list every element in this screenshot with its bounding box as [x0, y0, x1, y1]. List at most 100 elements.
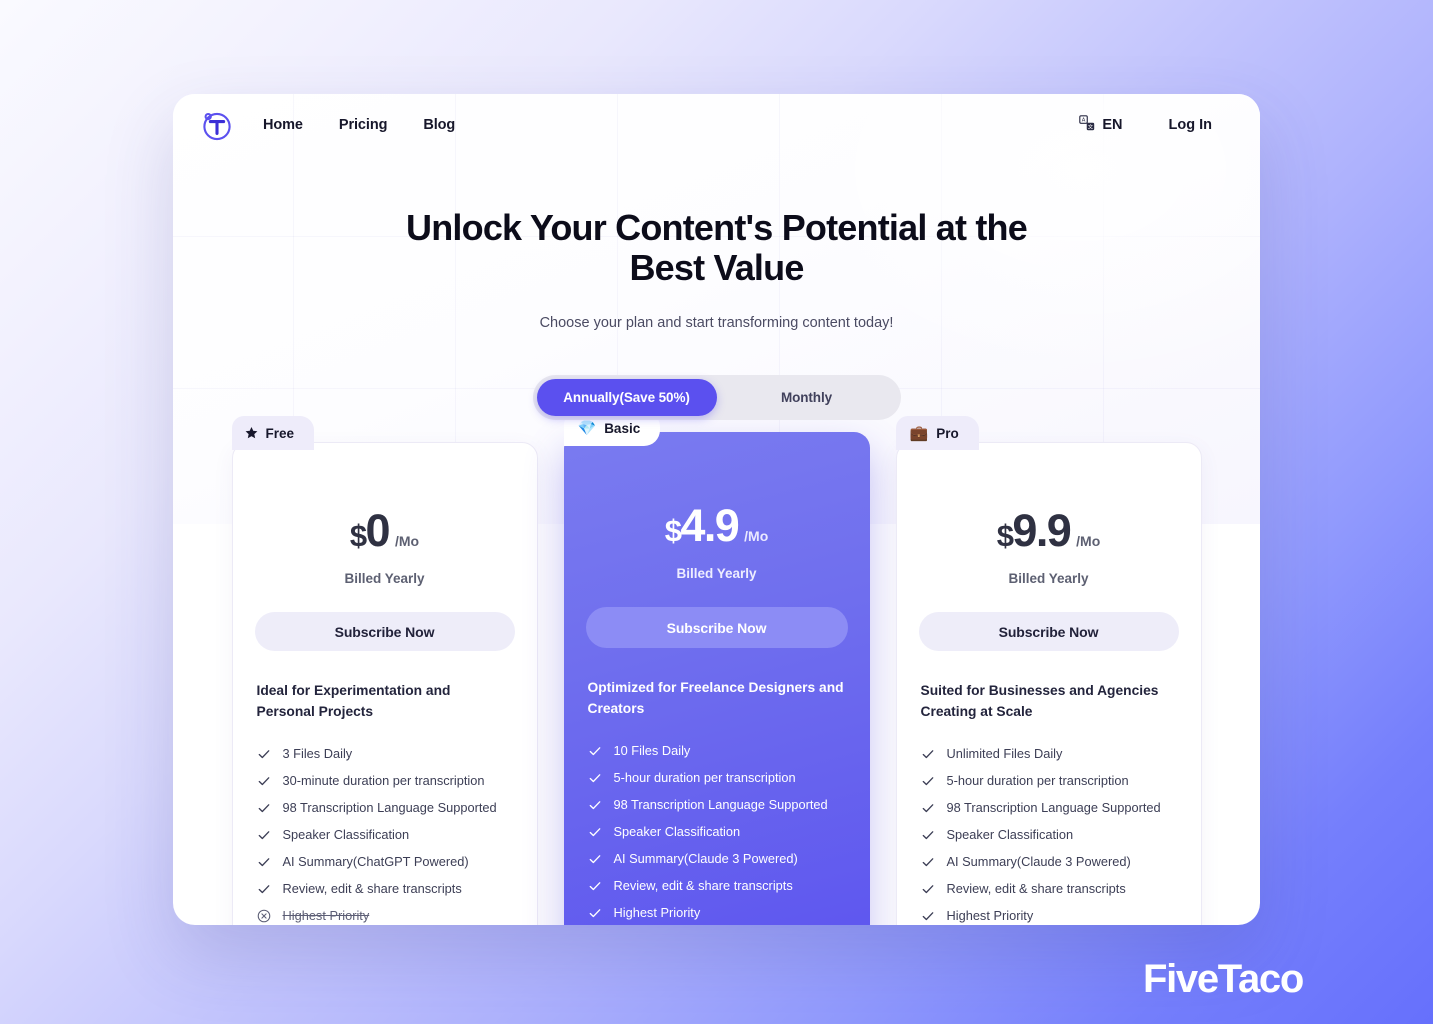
- feature-label: Review, edit & share transcripts: [613, 878, 793, 894]
- feature-label: Review, edit & share transcripts: [946, 881, 1126, 897]
- nav-link-pricing[interactable]: Pricing: [339, 117, 388, 133]
- subscribe-button-pro[interactable]: Subscribe Now: [918, 612, 1179, 651]
- plan-tagline: Suited for Businesses and Agencies Creat…: [920, 683, 1159, 719]
- feature-label: AI Summary(ChatGPT Powered): [282, 854, 469, 870]
- feature-item: 10 Files Daily: [586, 737, 848, 764]
- feature-list: 3 Files Daily 30-minute duration per tran…: [255, 740, 515, 925]
- plan-price: $0/Mo: [255, 505, 515, 557]
- feature-label: 5-hour duration per transcription: [613, 770, 796, 786]
- circle-x-icon: [257, 909, 271, 923]
- billing-note: Billed Yearly: [676, 566, 757, 581]
- feature-item: 3 Files Daily: [255, 740, 515, 767]
- feature-item: Speaker Classification: [586, 818, 848, 845]
- price-period: /Mo: [394, 533, 420, 549]
- check-icon: [588, 906, 602, 920]
- subscribe-button-free[interactable]: Subscribe Now: [254, 612, 515, 651]
- check-icon: [257, 882, 271, 896]
- check-icon: [921, 801, 935, 815]
- feature-item: Highest Priority: [919, 902, 1179, 925]
- login-button[interactable]: Log In: [1169, 117, 1213, 133]
- check-icon: [588, 798, 602, 812]
- nav-link-home[interactable]: Home: [263, 117, 303, 133]
- feature-item: AI Summary(Claude 3 Powered): [919, 848, 1179, 875]
- feature-label: 98 Transcription Language Supported: [613, 797, 828, 813]
- check-icon: [257, 855, 271, 869]
- plan-tagline: Optimized for Freelance Designers and Cr…: [587, 680, 844, 716]
- feature-item: Highest Priority: [586, 899, 848, 925]
- circle-t-logo-icon[interactable]: [199, 108, 233, 142]
- billing-note: Billed Yearly: [1008, 571, 1089, 586]
- plan-tagline: Ideal for Experimentation and Personal P…: [256, 683, 451, 719]
- check-icon: [588, 879, 602, 893]
- feature-item: 5-hour duration per transcription: [586, 764, 848, 791]
- check-icon: [588, 852, 602, 866]
- feature-label: Highest Priority: [282, 908, 370, 924]
- language-switcher[interactable]: A 文 EN: [1079, 114, 1123, 136]
- page-title: Unlock Your Content's Potential at the B…: [406, 207, 1028, 289]
- fivetaco-watermark: FiveTaco: [1142, 957, 1304, 1001]
- feature-item: Speaker Classification: [919, 821, 1179, 848]
- feature-item: Review, edit & share transcripts: [919, 875, 1179, 902]
- plan-badge-free: 🟊 Free: [231, 416, 315, 450]
- price-amount: 9.9: [1012, 505, 1071, 556]
- price-period: /Mo: [744, 528, 769, 544]
- plan-name: Pro: [936, 425, 959, 441]
- feature-item: Unlimited Files Daily: [919, 740, 1179, 767]
- price-currency: $: [996, 518, 1014, 553]
- check-icon: [921, 774, 935, 788]
- feature-label: Review, edit & share transcripts: [282, 881, 462, 897]
- feature-item: 98 Transcription Language Supported: [255, 794, 515, 821]
- billing-period-toggle[interactable]: Annually(Save 50%) Monthly: [532, 374, 901, 420]
- check-icon: [921, 747, 935, 761]
- app-window: Home Pricing Blog A 文 EN Log In Unlock Y: [173, 94, 1260, 925]
- check-icon: [588, 744, 602, 758]
- svg-text:A: A: [1082, 117, 1086, 123]
- price-period: /Mo: [1076, 533, 1101, 549]
- translate-icon: A 文: [1079, 114, 1095, 136]
- navbar: Home Pricing Blog A 文 EN Log In: [173, 94, 1260, 156]
- feature-item: AI Summary(Claude 3 Powered): [586, 845, 848, 872]
- check-icon: [257, 747, 271, 761]
- feature-label: Speaker Classification: [946, 827, 1074, 843]
- nav-links: Home Pricing Blog: [263, 117, 455, 133]
- feature-item: Review, edit & share transcripts: [255, 875, 515, 902]
- feature-label: Speaker Classification: [613, 824, 741, 840]
- check-icon: [257, 801, 271, 815]
- navbar-right: A 文 EN Log In: [1079, 114, 1213, 136]
- feature-item: Speaker Classification: [255, 821, 515, 848]
- gem-badge-icon: 💎: [577, 420, 597, 437]
- check-icon: [921, 882, 935, 896]
- price-amount: 4.9: [680, 500, 739, 551]
- plan-name: Basic: [604, 421, 641, 436]
- pricing-cards-row: 🟊 Free $0/Mo Billed Yearly Subscribe Now Idea…: [173, 411, 1260, 925]
- feature-label: 98 Transcription Language Supported: [282, 800, 497, 816]
- feature-label: Unlimited Files Daily: [946, 746, 1063, 762]
- plan-price: $9.9/Mo: [919, 505, 1179, 557]
- price-amount: 0: [365, 505, 391, 556]
- check-icon: [588, 825, 602, 839]
- feature-label: 10 Files Daily: [613, 743, 691, 759]
- feature-item: 30-minute duration per transcription: [255, 767, 515, 794]
- briefcase-badge-icon: 💼: [909, 424, 929, 442]
- nav-link-blog[interactable]: Blog: [423, 117, 455, 133]
- check-icon: [921, 909, 935, 923]
- plan-name: Free: [265, 425, 295, 441]
- feature-label: Speaker Classification: [282, 827, 410, 843]
- plan-card-basic: 💎 Basic $4.9/Mo Billed Yearly Subscribe Now O…: [563, 411, 870, 925]
- check-icon: [257, 828, 271, 842]
- plan-card-pro: 💼 Pro $9.9/Mo Billed Yearly Subscribe Now Sui…: [895, 416, 1202, 925]
- toggle-option-annually[interactable]: Annually(Save 50%): [536, 378, 717, 416]
- check-icon: [588, 771, 602, 785]
- subscribe-button-basic[interactable]: Subscribe Now: [585, 607, 848, 648]
- feature-item: Review, edit & share transcripts: [586, 872, 848, 899]
- feature-label: 98 Transcription Language Supported: [946, 800, 1161, 816]
- feature-label: 5-hour duration per transcription: [946, 773, 1129, 789]
- feature-label: Highest Priority: [946, 908, 1034, 924]
- feature-label: AI Summary(Claude 3 Powered): [613, 851, 798, 867]
- star-badge-icon: 🟊: [245, 424, 258, 442]
- toggle-option-monthly[interactable]: Monthly: [717, 379, 897, 416]
- feature-item: 5-hour duration per transcription: [919, 767, 1179, 794]
- feature-item: 98 Transcription Language Supported: [919, 794, 1179, 821]
- plan-card-free: 🟊 Free $0/Mo Billed Yearly Subscribe Now Idea…: [231, 416, 538, 925]
- price-currency: $: [664, 513, 682, 548]
